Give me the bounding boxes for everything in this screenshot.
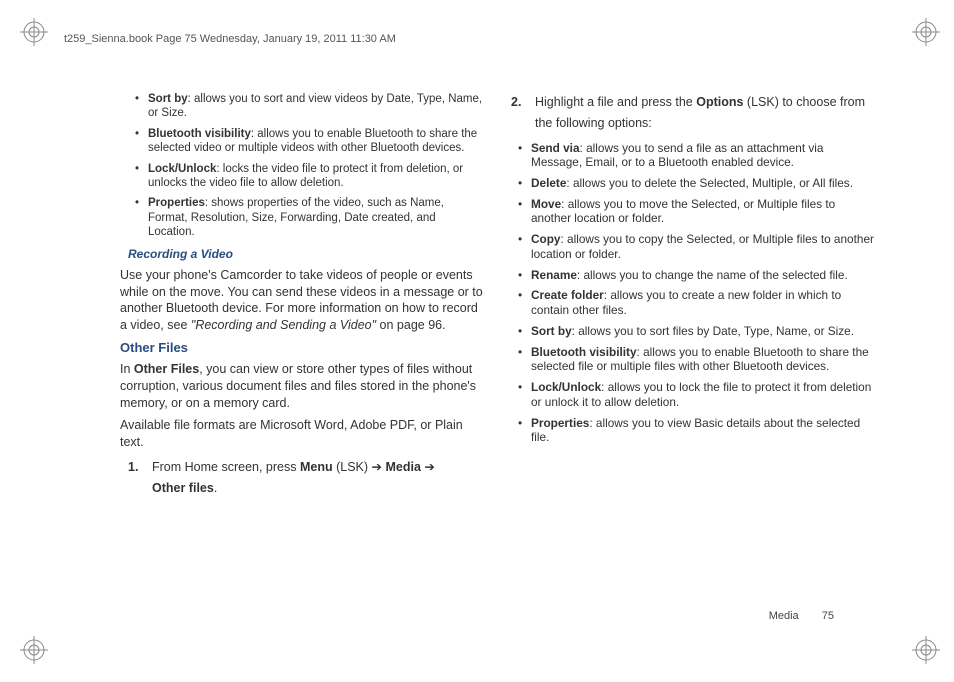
step-number: 2. — [511, 92, 535, 135]
list-item: Send via: allows you to send a file as a… — [531, 141, 876, 170]
recording-paragraph: Use your phone's Camcorder to take video… — [120, 267, 485, 335]
list-item: Properties: allows you to view Basic det… — [531, 416, 876, 445]
step-text: From Home screen, press Menu (LSK) ➔ Med… — [152, 457, 485, 500]
step-number: 1. — [128, 457, 152, 500]
text-bold: Other files — [152, 481, 214, 495]
text-bold: Menu — [300, 460, 333, 474]
list-item-term: Lock/Unlock — [531, 380, 601, 394]
list-item-term: Bluetooth visibility — [531, 345, 637, 359]
list-item-desc: : allows you to sort files by Date, Type… — [572, 324, 854, 338]
text-bold: Other Files — [134, 362, 199, 376]
list-item: Rename: allows you to change the name of… — [531, 268, 876, 283]
list-item-desc: : allows you to delete the Selected, Mul… — [566, 176, 853, 190]
list-item: Properties: shows properties of the vide… — [148, 196, 485, 239]
list-item-desc: : allows you to move the Selected, or Mu… — [531, 197, 835, 226]
list-item-term: Sort by — [531, 324, 572, 338]
text: . — [214, 481, 217, 495]
text: on page 96. — [376, 318, 446, 332]
list-item-term: Sort by — [148, 93, 188, 105]
right-column: 2. Highlight a file and press the Option… — [511, 92, 876, 500]
text: Highlight a file and press the — [535, 95, 696, 109]
footer-section: Media — [769, 610, 799, 622]
other-files-paragraph-2: Available file formats are Microsoft Wor… — [120, 417, 485, 451]
list-item-term: Properties — [531, 416, 589, 430]
list-item-term: Send via — [531, 141, 580, 155]
section-other-files: Other Files — [120, 340, 485, 357]
step-text: Highlight a file and press the Options (… — [535, 92, 876, 135]
list-item-term: Copy — [531, 232, 561, 246]
footer-page-number: 75 — [822, 610, 834, 622]
arrow-icon: ➔ — [424, 460, 434, 474]
list-item-term: Create folder — [531, 288, 604, 302]
page-footer: Media 75 — [769, 610, 834, 622]
list-item: Move: allows you to move the Selected, o… — [531, 197, 876, 226]
step-2: 2. Highlight a file and press the Option… — [511, 92, 876, 135]
text-bold: Options — [696, 95, 743, 109]
list-item: Bluetooth visibility: allows you to enab… — [148, 127, 485, 156]
list-item-desc: : allows you to copy the Selected, or Mu… — [531, 232, 874, 261]
list-item: Lock/Unlock: locks the video file to pro… — [148, 162, 485, 191]
list-item-term: Move — [531, 197, 561, 211]
list-item: Sort by: allows you to sort files by Dat… — [531, 324, 876, 339]
left-column: Sort by: allows you to sort and view vid… — [120, 92, 485, 500]
text: From Home screen, press — [152, 460, 300, 474]
list-item-term: Lock/Unlock — [148, 163, 216, 175]
text: (LSK) — [333, 460, 372, 474]
list-item: Bluetooth visibility: allows you to enab… — [531, 345, 876, 374]
text-italic: "Recording and Sending a Video" — [191, 318, 376, 332]
arrow-icon: ➔ — [372, 460, 382, 474]
list-item-term: Delete — [531, 176, 566, 190]
book-header: t259_Sienna.book Page 75 Wednesday, Janu… — [64, 33, 396, 45]
crop-mark-icon — [20, 18, 48, 46]
list-item-term: Bluetooth visibility — [148, 128, 251, 140]
step-1: 1. From Home screen, press Menu (LSK) ➔ … — [128, 457, 485, 500]
page-body: Sort by: allows you to sort and view vid… — [120, 92, 876, 500]
list-item-desc: : allows you to sort and view videos by … — [148, 93, 482, 119]
list-item: Delete: allows you to delete the Selecte… — [531, 176, 876, 191]
subheading-recording: Recording a Video — [128, 247, 485, 262]
list-item: Lock/Unlock: allows you to lock the file… — [531, 380, 876, 409]
list-item: Create folder: allows you to create a ne… — [531, 288, 876, 317]
crop-mark-icon — [912, 636, 940, 664]
list-item-term: Properties — [148, 197, 205, 209]
crop-mark-icon — [20, 636, 48, 664]
list-item-desc: : allows you to change the name of the s… — [577, 268, 848, 282]
list-item-term: Rename — [531, 268, 577, 282]
text-bold: Media — [382, 460, 424, 474]
list-item: Copy: allows you to copy the Selected, o… — [531, 232, 876, 261]
crop-mark-icon — [912, 18, 940, 46]
list-item: Sort by: allows you to sort and view vid… — [148, 92, 485, 121]
file-options-list: Send via: allows you to send a file as a… — [511, 141, 876, 445]
other-files-paragraph-1: In Other Files, you can view or store ot… — [120, 361, 485, 412]
text: In — [120, 362, 134, 376]
video-options-list: Sort by: allows you to sort and view vid… — [120, 92, 485, 239]
